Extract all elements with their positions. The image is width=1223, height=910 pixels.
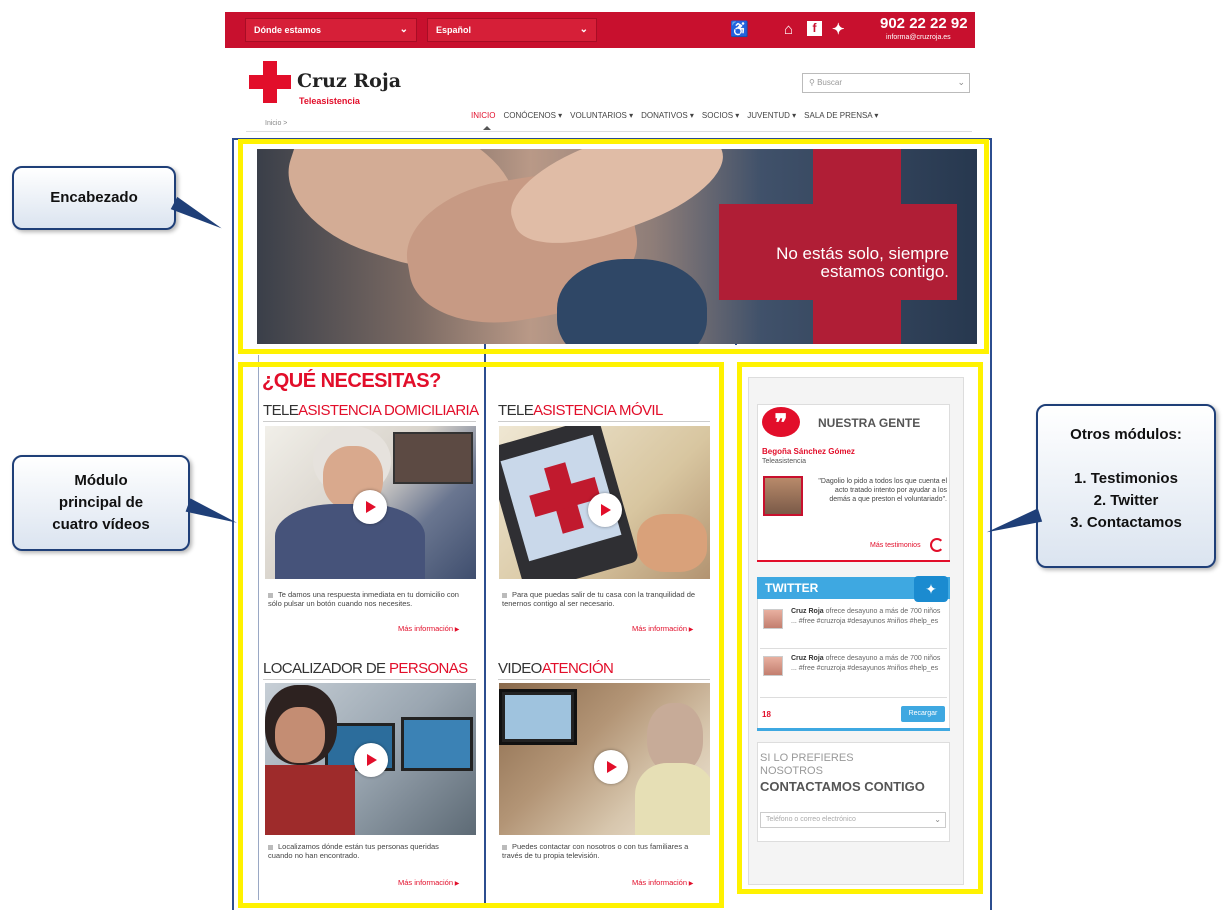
nav-item-inicio[interactable]: INICIO	[471, 111, 495, 125]
callout-pointer	[984, 508, 1043, 539]
main-navigation: INICIO CONÓCENOS ▾ VOLUNTARIOS ▾ DONATIV…	[471, 111, 878, 125]
google-plus-icon[interactable]: ⌂	[784, 21, 793, 39]
search-icon: ⚲	[809, 78, 815, 87]
search-input[interactable]: ⚲ Buscar ⌄	[802, 73, 970, 93]
nav-item-donativos[interactable]: DONATIVOS ▾	[641, 111, 694, 125]
callout-pointer	[170, 196, 225, 235]
videos-highlight-box	[238, 362, 724, 908]
callout-other-item: 1. Testimonios	[1074, 470, 1178, 487]
callout-videos: Módulo principal de cuatro vídeos	[12, 455, 190, 551]
nav-item-socios[interactable]: SOCIOS ▾	[702, 111, 739, 125]
callout-header-text: Encabezado	[50, 189, 138, 206]
breadcrumb[interactable]: Inicio >	[265, 120, 287, 127]
nav-item-juventud[interactable]: JUVENTUD ▾	[747, 111, 796, 125]
contact-email[interactable]: informa@cruzroja.es	[886, 34, 951, 41]
callout-header: Encabezado	[12, 166, 176, 230]
callout-videos-line3: cuatro vídeos	[52, 516, 150, 533]
logo-title[interactable]: Cruz Roja	[297, 70, 401, 92]
chevron-down-icon: ⌄	[957, 77, 965, 87]
nav-item-sala-de-prensa[interactable]: SALA DE PRENSA ▾	[804, 111, 878, 125]
language-select[interactable]: Español ⌄	[427, 18, 597, 42]
header-highlight-box	[238, 139, 989, 354]
language-select-label: Español	[436, 25, 472, 35]
callout-other-item: 3. Contactamos	[1070, 514, 1182, 531]
chevron-down-icon: ⌄	[579, 24, 588, 35]
nav-item-voluntarios[interactable]: VOLUNTARIOS ▾	[570, 111, 633, 125]
location-select-label: Dónde estamos	[254, 25, 322, 35]
callout-other-item: 2. Twitter	[1093, 492, 1159, 509]
callout-videos-line2: principal de	[58, 494, 144, 511]
callout-videos-line1: Módulo	[74, 472, 128, 489]
chevron-down-icon: ⌄	[399, 24, 408, 35]
top-bar: Dónde estamos ⌄ Español ⌄ ♿ ⌂ f ✦ 902 22…	[225, 12, 975, 48]
location-select[interactable]: Dónde estamos ⌄	[245, 18, 417, 42]
header-divider	[246, 131, 972, 132]
callout-other-title: Otros módulos:	[1070, 426, 1182, 443]
accessibility-icon[interactable]: ♿	[730, 21, 749, 39]
logo-subtitle: Teleasistencia	[299, 96, 360, 106]
nav-item-conocenos[interactable]: CONÓCENOS ▾	[503, 111, 562, 125]
facebook-icon[interactable]: f	[807, 21, 822, 36]
search-placeholder: Buscar	[817, 78, 842, 87]
callout-other-modules: Otros módulos: 1. Testimonios 2. Twitter…	[1036, 404, 1216, 568]
red-cross-logo-icon[interactable]	[249, 61, 291, 103]
sidebar-highlight-box	[737, 362, 983, 894]
twitter-icon[interactable]: ✦	[832, 21, 845, 39]
active-nav-indicator	[483, 126, 491, 130]
phone-number[interactable]: 902 22 22 92	[880, 15, 968, 32]
